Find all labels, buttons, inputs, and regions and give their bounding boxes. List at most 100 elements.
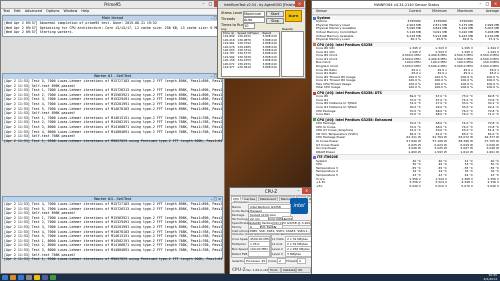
worker1-title: Worker #1 - Self-Test – □ × <box>3 74 222 79</box>
log-line: [Apr 2 11:53] Test 1, 9500 Lucas-Lehmer … <box>4 257 222 262</box>
column-header: Current <box>408 9 421 13</box>
worker1-window[interactable]: Worker #1 - Self-Test – □ × [Apr 2 11:53]… <box>2 73 223 143</box>
menu-item-advanced[interactable]: Advanced <box>25 9 42 14</box>
hwinfo-titlebar[interactable]: HWiNFO64 v4.34-2140 Sensor Status – □ × <box>312 1 500 9</box>
cache-label: L1 Data <box>272 237 284 241</box>
sensor-name: DRAM Power <box>316 150 335 154</box>
main-thread-log: [Wed Apr 2 09:57] Abnormal completion of… <box>3 21 222 35</box>
minimize-button[interactable]: – <box>200 1 207 7</box>
cpuz-minimize-button[interactable]: – <box>295 188 302 194</box>
worker2-log: [Apr 2 11:53] Test 4, 7000 Lucas-Lehmer … <box>3 202 222 262</box>
main-thread-title: Main thread – □ × <box>3 16 222 21</box>
tab-mainboard[interactable]: Mainboard <box>258 196 278 201</box>
sensor-value: 100.0 % <box>434 86 447 90</box>
sensor-row[interactable]: Total CPU Usage 100.0 % 100.0 % 100.0 % 100.… <box>312 86 500 90</box>
worker1-log: [Apr 2 11:53] Test 5, 7000 Lucas-Lehmer … <box>3 79 222 143</box>
column-header: Average <box>485 9 499 13</box>
log-line: [Apr 2 11:53] Test 1, 9500 Lucas-Lehmer … <box>4 138 222 143</box>
prime95-titlebar[interactable]: Prime95 – □ × <box>1 1 224 9</box>
cpuz-close-button[interactable]: × <box>302 188 311 194</box>
sensor-row[interactable]: Physical Memory Load 36.3 % 35.8 % 39.6 % 37… <box>312 38 500 42</box>
chip-icon <box>313 43 316 47</box>
taskbar-cpuz-icon[interactable] <box>42 275 48 280</box>
sensor-value: 74.0 °C <box>461 113 473 117</box>
taskbar-explorer-icon[interactable] <box>10 275 16 280</box>
sensor-value: 35.8 % <box>436 38 447 42</box>
stop-button[interactable]: Stop <box>266 18 284 24</box>
hw-minimize-button[interactable]: – <box>477 1 484 7</box>
taskbar-hwinfo-icon[interactable] <box>50 275 56 280</box>
log-line: [Apr 2 11:53] Test 4, 7000 Lucas-Lehmer … <box>4 202 222 206</box>
chip-icon <box>313 16 316 20</box>
sensor-value: 100.0 % <box>486 86 499 90</box>
hwinfo-window[interactable]: HWiNFO64 v4.34-2140 Sensor Status – □ × Se… <box>311 0 500 276</box>
menu-item-options[interactable]: Options <box>46 9 60 14</box>
cpuz-title: CPU-Z <box>264 189 278 194</box>
stress-level-label: Stress Level <box>221 11 243 15</box>
hw-maximize-button[interactable]: □ <box>484 1 491 7</box>
menu-item-window[interactable]: Window <box>64 9 78 14</box>
validate-button[interactable]: Validate <box>281 267 296 273</box>
hwinfo-title: HWiNFO64 v4.34-2140 Sensor Status <box>373 3 440 7</box>
taskbar-prime95-icon[interactable] <box>26 275 32 280</box>
prime95-menubar: Test Edit Advanced Options Window Help <box>1 9 224 14</box>
prime95-window[interactable]: Prime95 – □ × Test Edit Advanced Options Win… <box>0 0 225 274</box>
chip-icon <box>313 91 316 95</box>
intelburntest-logo: burn <box>285 10 302 22</box>
prime95-title: Prime95 <box>104 2 121 7</box>
taskbar-ibt-icon[interactable] <box>34 275 40 280</box>
menu-item-edit[interactable]: Edit <box>14 9 21 14</box>
sensor-value: 100.0 % <box>460 86 473 90</box>
sensor-row[interactable]: +5V 5.040 V 5.010 V 5.070 V 5.040 V <box>312 185 500 189</box>
worker2-window[interactable]: Worker #4 - Self-Test – □ × [Apr 2 11:53]… <box>2 196 223 262</box>
sensor-row[interactable]: Core Max 70.0 °C 68.0 °C 74.0 °C 71.0 °C <box>312 113 500 117</box>
start-button-icon[interactable] <box>2 275 8 280</box>
times-to-run-input[interactable]: 10 <box>243 23 255 29</box>
cache-value: 3 MBytes <box>285 251 312 257</box>
sensor-value: 39.6 % <box>462 38 473 42</box>
main-thread-window[interactable]: Main thread – □ × [Wed Apr 2 09:57] Abnor… <box>2 15 223 37</box>
selection-select[interactable]: Processor #1 <box>244 258 267 264</box>
chip-icon <box>313 118 316 122</box>
ok-button[interactable]: OK <box>296 267 311 273</box>
cpuz-window[interactable]: CPU-Z –× CPUCachesMainboardMemorySPDGrap… <box>229 187 339 276</box>
taskbar-ie-icon[interactable] <box>18 275 24 280</box>
table-cell: 136.3610 <box>237 65 251 70</box>
results-table: Time (s) Speed (GFlops) Result 119.899 136.… <box>221 31 280 77</box>
cache-label: Level 3 <box>272 252 283 256</box>
log-line: [Apr 2 11:53] Test 4, 7000 Lucas-Lehmer … <box>4 101 222 106</box>
sensor-value: 1.612 W <box>460 150 473 154</box>
system-clock[interactable]: 10:45 4/2/2014 <box>484 273 497 281</box>
field-value: MMX, SSE, SSE2, SSE3, SSSE3, SSE4.1, SSE… <box>248 228 311 234</box>
sensor-value: 1.593 W <box>434 150 447 154</box>
maximize-button[interactable]: □ <box>207 1 214 7</box>
threads-label: Threads <box>221 17 236 21</box>
start-button[interactable]: Start <box>266 11 284 17</box>
log-line: [Apr 2 11:53] Test 3, 8000 Lucas-Lehmer … <box>4 124 222 129</box>
table-row: 119.977 136.3610 3.89E-010 <box>222 65 279 70</box>
cores-label: Cores <box>268 259 277 263</box>
menu-item-test[interactable]: Test <box>3 9 10 14</box>
tools-button[interactable]: Tools <box>268 267 281 273</box>
sensor-value: 70.0 °C <box>409 113 421 117</box>
cache-label: L1 Inst. <box>272 242 284 246</box>
sensor-row[interactable]: DRAM Power 1.600 W 1.593 W 1.612 W 1.601 W <box>312 151 500 155</box>
cpuz-titlebar[interactable]: CPU-Z – × <box>230 188 312 196</box>
sensor-value: 68.0 °C <box>435 113 447 117</box>
sensor-value: 5.040 V <box>409 184 421 188</box>
column-header: Minimum <box>432 9 447 13</box>
clock-label: Rated FSB <box>232 252 248 256</box>
sensor-value: 1.601 W <box>486 150 499 154</box>
sensor-name: +5V <box>316 184 323 188</box>
menu-item-help[interactable]: Help <box>81 9 89 14</box>
intelburntest-window[interactable]: IntelBurnTest v2.54 - by AgentGOD [Finis… <box>217 0 306 79</box>
sensor-value: 1.600 W <box>408 150 421 154</box>
sensor-value: 100.0 % <box>408 86 421 90</box>
chip-icon <box>313 155 316 159</box>
ibt-titlebar[interactable]: IntelBurnTest v2.54 - by AgentGOD [Finis… <box>218 1 305 9</box>
clock-label: Bus Speed <box>232 247 248 251</box>
ibt-close-button[interactable]: × <box>295 1 304 7</box>
sensor-name: Total CPU Usage <box>316 86 341 90</box>
hw-close-button[interactable]: × <box>491 1 500 7</box>
log-line: [Apr 2 11:53] Test 3, 8000 Lucas-Lehmer … <box>4 247 222 252</box>
